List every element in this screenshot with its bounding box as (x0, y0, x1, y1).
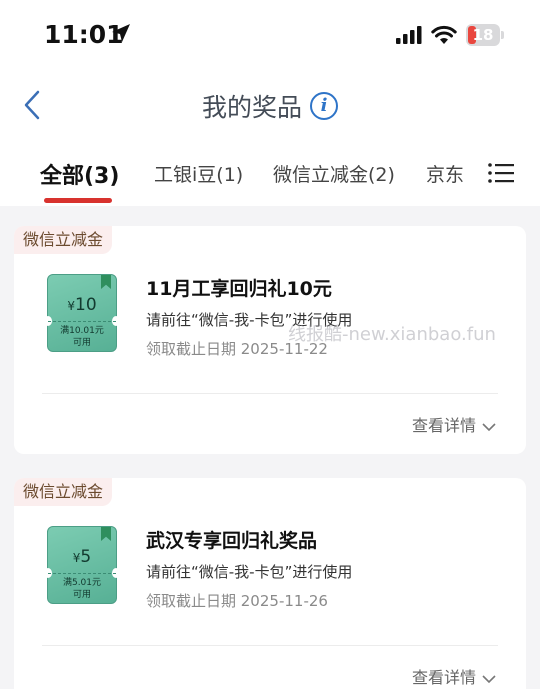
prize-name: 武汉专享回归礼奖品 (146, 530, 318, 552)
tab-all[interactable]: 全部(3) (40, 158, 119, 190)
bookmark-icon (101, 275, 111, 289)
chevron-down-icon (482, 422, 496, 431)
tab-bar: 全部(3) 工银i豆(1) 微信立减金(2) 京东 (0, 140, 540, 206)
currency-symbol: ¥ (67, 299, 75, 313)
view-details-button[interactable]: 查看详情 (412, 412, 496, 436)
view-details-label: 查看详情 (411, 668, 476, 687)
prize-card: 微信立减金 ¥5 满5.01元 可用 武汉专享回归礼奖品 请前往“微信-我-卡包”… (14, 478, 526, 689)
coupon-icon: ¥5 满5.01元 可用 (44, 526, 120, 604)
prize-description: 请前往“微信-我-卡包”进行使用 (146, 563, 353, 581)
coupon-condition-suffix: 可用 (72, 338, 91, 348)
coupon-condition-suffix: 可用 (72, 590, 91, 600)
navigation-bar: 我的奖品 i (0, 70, 540, 140)
divider (42, 645, 498, 646)
tab-icbc-beans[interactable]: 工银i豆(1) (154, 160, 243, 187)
battery-icon: 18 (466, 24, 500, 46)
prize-name: 11月工享回归礼10元 (146, 278, 332, 300)
coupon-condition: 满5.01元 (62, 578, 102, 588)
coupon-amount: 10 (75, 295, 97, 315)
view-details-button[interactable]: 查看详情 (412, 664, 496, 688)
tab-wechat-discount[interactable]: 微信立减金(2) (273, 160, 395, 187)
watermark: 线报酷-new.xianbao.fun (288, 324, 496, 345)
coupon-condition: 满10.01元 (60, 326, 104, 336)
tab-jd[interactable]: 京东 (426, 160, 464, 187)
battery-level: 18 (472, 26, 494, 44)
location-arrow-icon (112, 24, 130, 42)
list-menu-icon[interactable] (488, 162, 514, 184)
prize-type-tag: 微信立减金 (14, 478, 113, 506)
divider (42, 393, 498, 394)
coupon-icon: ¥10 满10.01元 可用 (44, 274, 120, 352)
cellular-signal-icon (396, 26, 422, 44)
prize-deadline: 领取截止日期 2025-11-26 (146, 592, 328, 610)
info-icon[interactable]: i (310, 92, 338, 120)
coupon-amount: 5 (80, 547, 92, 567)
chevron-down-icon (482, 674, 496, 683)
bookmark-icon (101, 527, 111, 541)
status-bar: 11:01 18 (0, 0, 540, 70)
view-details-label: 查看详情 (411, 416, 476, 435)
wifi-icon (431, 25, 457, 44)
page-title: 我的奖品 (201, 93, 302, 122)
prize-type-tag: 微信立减金 (14, 226, 113, 254)
active-tab-indicator (44, 198, 112, 203)
